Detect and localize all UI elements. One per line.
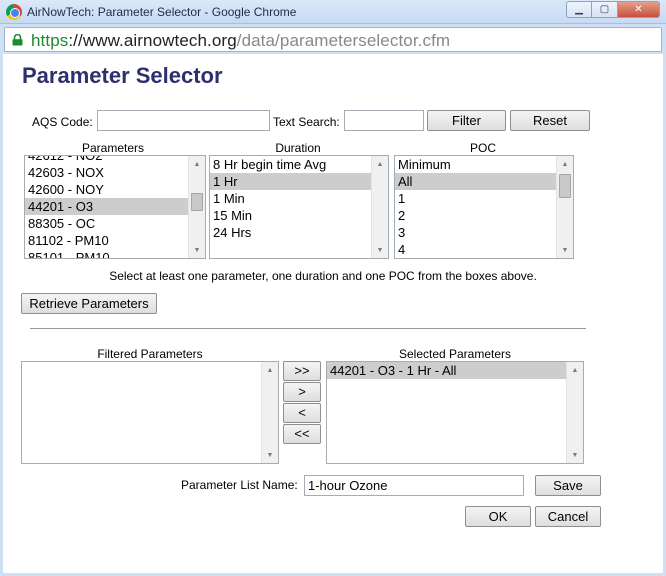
aqs-code-label: AQS Code: bbox=[32, 115, 93, 129]
add-all-button[interactable]: >> bbox=[283, 361, 321, 381]
scroll-up-arrow-icon[interactable]: ▲ bbox=[189, 156, 205, 172]
scroll-up-arrow-icon[interactable]: ▲ bbox=[557, 156, 573, 172]
scroll-up-arrow-icon[interactable]: ▲ bbox=[372, 156, 388, 172]
maximize-icon: ▢ bbox=[599, 3, 610, 15]
selected-parameters-header: Selected Parameters bbox=[398, 347, 512, 361]
filtered-scrollbar[interactable]: ▲ ▼ bbox=[261, 362, 278, 463]
save-button[interactable]: Save bbox=[535, 475, 601, 496]
poc-option[interactable]: 3 bbox=[395, 224, 556, 241]
parameters-list: 42612 - NO2 42603 - NOX 42600 - NOY 44201 -… bbox=[25, 156, 188, 258]
scroll-down-arrow-icon[interactable]: ▼ bbox=[189, 242, 205, 258]
poc-option[interactable]: All bbox=[395, 173, 556, 190]
scroll-down-arrow-icon[interactable]: ▼ bbox=[262, 447, 278, 463]
parameters-listbox[interactable]: 42612 - NO2 42603 - NOX 42600 - NOY 44201 -… bbox=[24, 155, 206, 259]
poc-option[interactable]: Minimum bbox=[395, 156, 556, 173]
duration-option[interactable]: 1 Hr bbox=[210, 173, 371, 190]
parameter-option[interactable]: 88305 - OC bbox=[25, 215, 188, 232]
retrieve-parameters-button[interactable]: Retrieve Parameters bbox=[21, 293, 157, 314]
scroll-down-arrow-icon[interactable]: ▼ bbox=[372, 242, 388, 258]
window-titlebar: AirNowTech: Parameter Selector - Google … bbox=[0, 0, 666, 24]
cancel-button[interactable]: Cancel bbox=[535, 506, 601, 527]
poc-header: POC bbox=[469, 141, 496, 155]
duration-header: Duration bbox=[275, 141, 321, 155]
scroll-up-arrow-icon[interactable]: ▲ bbox=[567, 362, 583, 378]
scroll-thumb[interactable] bbox=[559, 174, 571, 198]
section-divider bbox=[30, 328, 586, 329]
minimize-button[interactable]: ▁ bbox=[566, 1, 592, 18]
url-text: https://www.airnowtech.org/data/paramete… bbox=[31, 31, 450, 51]
maximize-button[interactable]: ▢ bbox=[592, 1, 618, 18]
chrome-logo-icon bbox=[6, 4, 22, 20]
poc-option[interactable]: 4 bbox=[395, 241, 556, 258]
ok-button[interactable]: OK bbox=[465, 506, 531, 527]
filtered-parameters-header: Filtered Parameters bbox=[97, 347, 203, 361]
parameter-option[interactable]: 42600 - NOY bbox=[25, 181, 188, 198]
parameter-option[interactable]: 81102 - PM10 bbox=[25, 232, 188, 249]
poc-list: Minimum All 1 2 3 4 bbox=[395, 156, 556, 258]
address-bar: https://www.airnowtech.org/data/paramete… bbox=[0, 24, 666, 54]
window-controls: ▁ ▢ ✕ bbox=[566, 1, 660, 18]
parameter-option[interactable]: 85101 - PM10 bbox=[25, 249, 188, 258]
parameter-option[interactable]: 42612 - NO2 bbox=[25, 156, 188, 164]
parameter-list-name-input[interactable] bbox=[304, 475, 524, 496]
parameter-list-name-label: Parameter List Name: bbox=[181, 478, 298, 492]
filter-button[interactable]: Filter bbox=[427, 110, 506, 131]
aqs-code-input[interactable] bbox=[97, 110, 270, 131]
url-path: /data/parameterselector.cfm bbox=[236, 31, 451, 50]
duration-option[interactable]: 24 Hrs bbox=[210, 224, 371, 241]
close-icon: ✕ bbox=[634, 3, 643, 15]
close-window-button[interactable]: ✕ bbox=[618, 1, 660, 18]
poc-listbox[interactable]: Minimum All 1 2 3 4 ▲ ▼ bbox=[394, 155, 574, 259]
reset-button[interactable]: Reset bbox=[510, 110, 590, 131]
poc-option[interactable]: 2 bbox=[395, 207, 556, 224]
filtered-parameters-listbox[interactable]: ▲ ▼ bbox=[21, 361, 279, 464]
selected-parameters-list: 44201 - O3 - 1 Hr - All bbox=[327, 362, 566, 379]
duration-listbox[interactable]: 8 Hr begin time Avg 1 Hr 1 Min 15 Min 24 Hrs… bbox=[209, 155, 389, 259]
poc-option[interactable]: 1 bbox=[395, 190, 556, 207]
page-title: Parameter Selector bbox=[22, 63, 223, 88]
text-search-input[interactable] bbox=[344, 110, 424, 131]
scroll-down-arrow-icon[interactable]: ▼ bbox=[567, 447, 583, 463]
scroll-up-arrow-icon[interactable]: ▲ bbox=[262, 362, 278, 378]
selected-parameter-item[interactable]: 44201 - O3 - 1 Hr - All bbox=[327, 362, 566, 379]
remove-all-button[interactable]: << bbox=[283, 424, 321, 444]
window-title: AirNowTech: Parameter Selector - Google … bbox=[27, 5, 297, 19]
scroll-thumb[interactable] bbox=[191, 193, 203, 211]
lock-icon bbox=[12, 34, 23, 46]
parameters-scrollbar[interactable]: ▲ ▼ bbox=[188, 156, 205, 258]
text-search-label: Text Search: bbox=[273, 115, 340, 129]
duration-scrollbar[interactable]: ▲ ▼ bbox=[371, 156, 388, 258]
parameter-option[interactable]: 44201 - O3 bbox=[25, 198, 188, 215]
remove-button[interactable]: < bbox=[283, 403, 321, 423]
add-button[interactable]: > bbox=[283, 382, 321, 402]
scroll-down-arrow-icon[interactable]: ▼ bbox=[557, 242, 573, 258]
duration-option[interactable]: 8 Hr begin time Avg bbox=[210, 156, 371, 173]
minimize-icon: ▁ bbox=[575, 3, 583, 15]
url-field[interactable]: https://www.airnowtech.org/data/paramete… bbox=[4, 27, 662, 52]
duration-option[interactable]: 1 Min bbox=[210, 190, 371, 207]
parameter-option[interactable]: 42603 - NOX bbox=[25, 164, 188, 181]
duration-option[interactable]: 15 Min bbox=[210, 207, 371, 224]
duration-list: 8 Hr begin time Avg 1 Hr 1 Min 15 Min 24 Hrs bbox=[210, 156, 371, 241]
url-host: ://www.airnowtech.org bbox=[68, 31, 237, 50]
poc-scrollbar[interactable]: ▲ ▼ bbox=[556, 156, 573, 258]
page-content: Parameter Selector AQS Code: Text Search… bbox=[3, 54, 663, 573]
parameters-header: Parameters bbox=[81, 141, 145, 155]
selected-parameters-listbox[interactable]: 44201 - O3 - 1 Hr - All ▲ ▼ bbox=[326, 361, 584, 464]
url-scheme: https bbox=[31, 31, 69, 50]
instructions-text: Select at least one parameter, one durat… bbox=[109, 269, 537, 283]
selected-scrollbar[interactable]: ▲ ▼ bbox=[566, 362, 583, 463]
